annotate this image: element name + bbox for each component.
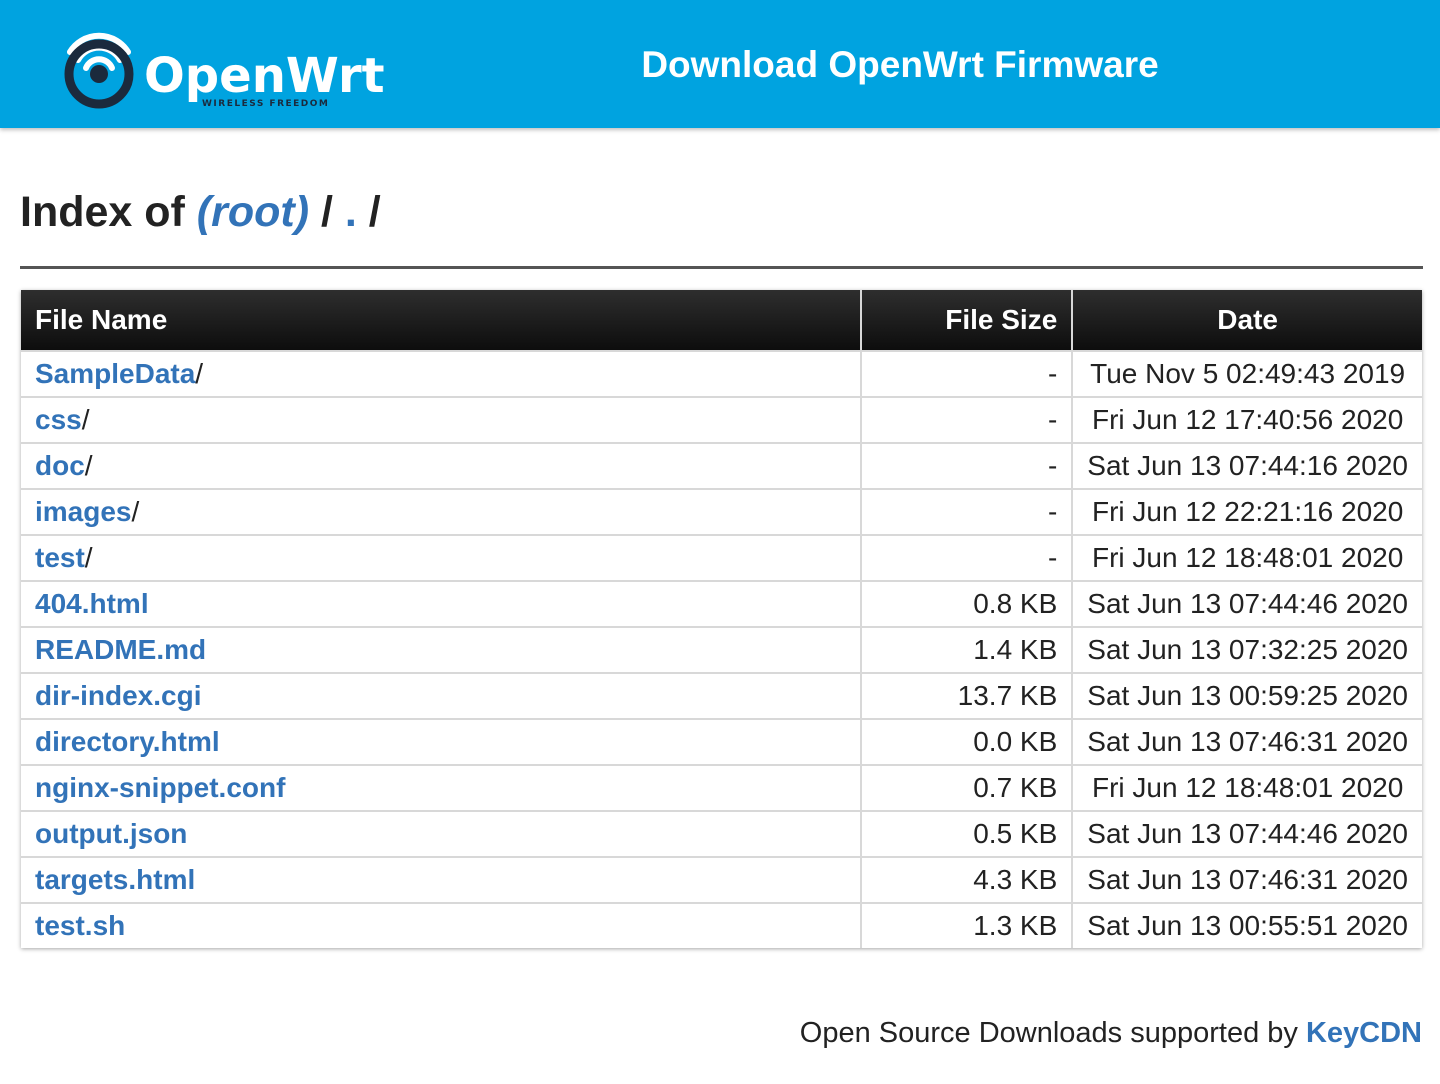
file-size-cell: - bbox=[860, 442, 1074, 489]
file-date-cell: Fri Jun 12 18:48:01 2020 bbox=[1072, 534, 1422, 581]
keycdn-link[interactable]: KeyCDN bbox=[1306, 1017, 1422, 1049]
column-header-file-size[interactable]: File Size bbox=[860, 290, 1074, 351]
breadcrumb-root-link[interactable]: (root) bbox=[197, 188, 309, 236]
file-link[interactable]: targets.html bbox=[35, 864, 195, 895]
directory-link[interactable]: test bbox=[35, 542, 85, 573]
file-date-cell: Tue Nov 5 02:49:43 2019 bbox=[1072, 350, 1422, 397]
file-size-cell: 0.7 KB bbox=[860, 764, 1074, 811]
file-date-cell: Sat Jun 13 07:32:25 2020 bbox=[1072, 626, 1422, 673]
file-date-cell: Sat Jun 13 07:44:46 2020 bbox=[1072, 580, 1422, 627]
file-size-cell: 0.5 KB bbox=[860, 810, 1074, 857]
table-row: output.json 0.5 KB Sat Jun 13 07:44:46 202… bbox=[21, 810, 1422, 857]
page-banner-title: Download OpenWrt Firmware bbox=[641, 44, 1159, 85]
footer-sponsor: Open Source Downloads supported by KeyCD… bbox=[800, 1014, 1422, 1052]
file-name-cell: targets.html bbox=[21, 856, 862, 903]
table-row: SampleData/- Tue Nov 5 02:49:43 2019 bbox=[21, 350, 1422, 397]
file-link[interactable]: output.json bbox=[35, 818, 187, 849]
file-name-cell: directory.html bbox=[21, 718, 862, 765]
table-row: nginx-snippet.conf 0.7 KB Fri Jun 12 18:48… bbox=[21, 764, 1422, 811]
file-name-cell: SampleData/ bbox=[21, 350, 862, 397]
directory-slash: / bbox=[81, 404, 90, 435]
file-date-cell: Fri Jun 12 22:21:16 2020 bbox=[1072, 488, 1422, 535]
breadcrumb-separator: / bbox=[320, 188, 333, 236]
file-date-cell: Sat Jun 13 07:46:31 2020 bbox=[1072, 718, 1422, 765]
file-date-cell: Fri Jun 12 17:40:56 2020 bbox=[1072, 396, 1422, 443]
file-size-cell: 0.0 KB bbox=[860, 718, 1074, 765]
file-name-cell: test.sh bbox=[21, 902, 862, 948]
file-name-cell: README.md bbox=[21, 626, 862, 673]
table-row: test/- Fri Jun 12 18:48:01 2020 bbox=[21, 534, 1422, 581]
file-size-cell: 4.3 KB bbox=[860, 856, 1074, 903]
directory-link[interactable]: doc bbox=[35, 450, 85, 481]
file-size-cell: 13.7 KB bbox=[860, 672, 1074, 719]
directory-link[interactable]: images bbox=[35, 496, 132, 527]
column-header-date[interactable]: Date bbox=[1072, 290, 1422, 351]
file-name-cell: 404.html bbox=[21, 580, 862, 627]
file-name-cell: doc/ bbox=[21, 442, 862, 489]
logo-wordmark: OpenWrt bbox=[144, 48, 385, 104]
file-size-cell: 1.3 KB bbox=[860, 902, 1074, 948]
file-link[interactable]: README.md bbox=[35, 634, 206, 665]
openwrt-wifi-logo-icon bbox=[64, 32, 134, 109]
table-header-row: File Name File Size Date bbox=[21, 290, 1422, 351]
file-link[interactable]: test.sh bbox=[35, 910, 125, 941]
logo-tagline: WIRELESS FREEDOM bbox=[202, 99, 329, 109]
table-row: targets.html 4.3 KB Sat Jun 13 07:46:31 20… bbox=[21, 856, 1422, 903]
openwrt-logo[interactable]: OpenWrt WIRELESS FREEDOM bbox=[60, 22, 400, 112]
table-row: README.md 1.4 KB Sat Jun 13 07:32:25 2020 bbox=[21, 626, 1422, 673]
table-row: dir-index.cgi 13.7 KB Sat Jun 13 00:59:25 … bbox=[21, 672, 1422, 719]
table-row: doc/- Sat Jun 13 07:44:16 2020 bbox=[21, 442, 1422, 489]
breadcrumb-separator: / bbox=[368, 188, 381, 236]
file-size-cell: 0.8 KB bbox=[860, 580, 1074, 627]
file-date-cell: Fri Jun 12 18:48:01 2020 bbox=[1072, 764, 1422, 811]
file-date-cell: Sat Jun 13 07:46:31 2020 bbox=[1072, 856, 1422, 903]
table-row: directory.html 0.0 KB Sat Jun 13 07:46:31 … bbox=[21, 718, 1422, 765]
directory-slash: / bbox=[84, 542, 93, 573]
file-name-cell: images/ bbox=[21, 488, 862, 535]
file-size-cell: - bbox=[860, 396, 1074, 443]
directory-slash: / bbox=[195, 358, 204, 389]
directory-slash: / bbox=[84, 450, 93, 481]
file-name-cell: test/ bbox=[21, 534, 862, 581]
site-header: OpenWrt WIRELESS FREEDOM Download OpenWr… bbox=[0, 0, 1440, 128]
file-link[interactable]: nginx-snippet.conf bbox=[35, 772, 285, 803]
file-link[interactable]: 404.html bbox=[35, 588, 149, 619]
file-link[interactable]: dir-index.cgi bbox=[35, 680, 201, 711]
file-listing-table: File Name File Size Date SampleData/- Tue… bbox=[21, 290, 1422, 948]
file-name-cell: output.json bbox=[21, 810, 862, 857]
page-title: Index of (root) / . / bbox=[20, 186, 381, 238]
file-date-cell: Sat Jun 13 07:44:16 2020 bbox=[1072, 442, 1422, 489]
file-name-cell: nginx-snippet.conf bbox=[21, 764, 862, 811]
table-row: 404.html 0.8 KB Sat Jun 13 07:44:46 2020 bbox=[21, 580, 1422, 627]
file-list-body: SampleData/- Tue Nov 5 02:49:43 2019 css/-… bbox=[21, 350, 1422, 948]
file-link[interactable]: directory.html bbox=[35, 726, 220, 757]
file-name-cell: dir-index.cgi bbox=[21, 672, 862, 719]
directory-link[interactable]: SampleData bbox=[35, 358, 195, 389]
table-row: css/- Fri Jun 12 17:40:56 2020 bbox=[21, 396, 1422, 443]
title-divider bbox=[20, 266, 1423, 269]
file-date-cell: Sat Jun 13 00:59:25 2020 bbox=[1072, 672, 1422, 719]
file-date-cell: Sat Jun 13 00:55:51 2020 bbox=[1072, 902, 1422, 948]
directory-slash: / bbox=[131, 496, 140, 527]
file-date-cell: Sat Jun 13 07:44:46 2020 bbox=[1072, 810, 1422, 857]
file-size-cell: - bbox=[860, 350, 1074, 397]
file-name-cell: css/ bbox=[21, 396, 862, 443]
title-prefix: Index of bbox=[20, 188, 185, 236]
table-row: test.sh 1.3 KB Sat Jun 13 00:55:51 2020 bbox=[21, 902, 1422, 948]
file-size-cell: - bbox=[860, 488, 1074, 535]
footer-text: Open Source Downloads supported by bbox=[799, 1017, 1298, 1049]
file-size-cell: 1.4 KB bbox=[860, 626, 1074, 673]
file-size-cell: - bbox=[860, 534, 1074, 581]
table-row: images/- Fri Jun 12 22:21:16 2020 bbox=[21, 488, 1422, 535]
directory-link[interactable]: css bbox=[35, 404, 82, 435]
column-header-file-name[interactable]: File Name bbox=[21, 290, 862, 351]
breadcrumb-current-link[interactable]: . bbox=[345, 188, 357, 236]
